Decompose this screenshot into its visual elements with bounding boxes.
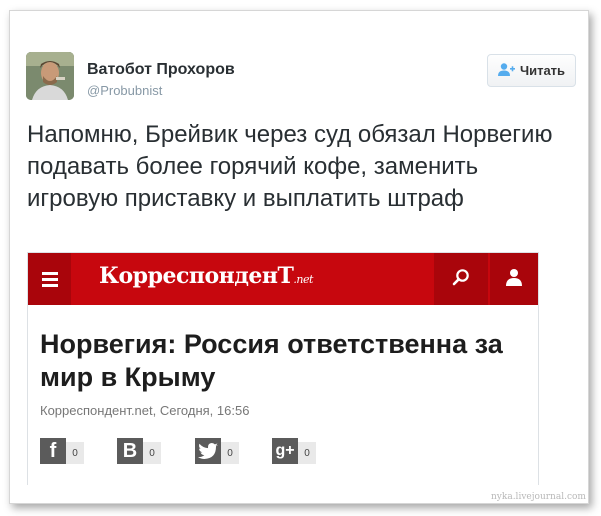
site-logo-name: КорреспонденТ: [99, 263, 294, 289]
author-name[interactable]: Ватобот Прохоров: [87, 61, 235, 79]
google-plus-icon: g+: [272, 438, 298, 464]
author-handle[interactable]: @Probubnist: [87, 83, 162, 98]
share-vkontakte-button[interactable]: B 0: [117, 436, 161, 466]
tweet-card: Ватобот Прохоров @Probubnist Читать Напо…: [9, 10, 589, 504]
site-logo-tld: .net: [293, 273, 313, 286]
share-google-plus-button[interactable]: g+ 0: [272, 436, 316, 466]
article-meta: Корреспондент.net, Сегодня, 16:56: [40, 403, 250, 418]
hamburger-icon: [41, 271, 58, 275]
search-icon: [452, 268, 470, 291]
share-count: 0: [66, 442, 84, 464]
add-user-icon: [497, 62, 515, 79]
share-facebook-button[interactable]: f 0: [40, 436, 84, 466]
search-button[interactable]: [434, 253, 488, 305]
follow-button[interactable]: Читать: [487, 54, 576, 87]
facebook-icon: f: [40, 438, 66, 464]
menu-button[interactable]: [28, 253, 71, 305]
share-count: 0: [143, 442, 161, 464]
article-embed[interactable]: КорреспонденТ.net Норвегия: Россия ответ…: [27, 252, 539, 485]
avatar[interactable]: [26, 52, 74, 100]
user-icon: [505, 268, 523, 291]
watermark: nyka.livejournal.com: [491, 492, 586, 502]
site-header: КорреспонденТ.net: [28, 253, 538, 305]
twitter-icon: [195, 438, 221, 464]
vkontakte-icon: B: [117, 438, 143, 464]
follow-label: Читать: [519, 63, 566, 78]
share-count: 0: [221, 442, 239, 464]
tweet-text: Напомню, Брейвик через суд обязал Норвег…: [27, 121, 553, 212]
article-headline[interactable]: Норвегия: Россия ответственна за мир в К…: [40, 328, 535, 394]
share-twitter-button[interactable]: 0: [195, 436, 239, 466]
profile-button[interactable]: [490, 253, 538, 305]
share-count: 0: [298, 442, 316, 464]
site-logo[interactable]: КорреспонденТ.net: [99, 263, 313, 289]
